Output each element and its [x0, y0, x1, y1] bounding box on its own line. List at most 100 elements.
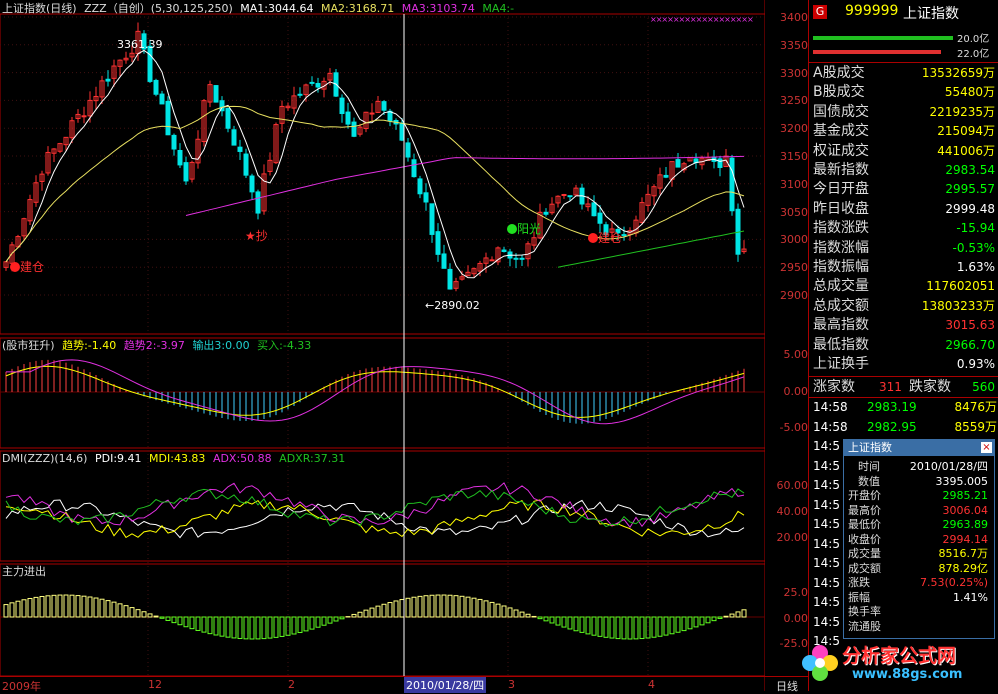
flow-bar: [496, 604, 500, 617]
candle-body: [160, 94, 164, 104]
axis-tick-label: -5.00: [765, 421, 808, 434]
popup-label: 涨跌: [848, 576, 870, 590]
capital-flow-panel[interactable]: [0, 595, 765, 639]
quote-value: 1.63%: [957, 258, 995, 277]
tick-time: 14:5: [813, 613, 840, 632]
candle-body: [172, 135, 176, 149]
axis-tick-label: 5.00: [765, 348, 808, 361]
flow-bar: [706, 617, 710, 623]
axis-tick-label: 3150: [765, 150, 808, 163]
candle-body: [370, 113, 374, 114]
main-panel-header: 上证指数(日线) ZZZ（自创）(5,30,125,250) MA1:3044.…: [2, 2, 514, 16]
candle-body: [178, 150, 182, 164]
tick-row[interactable]: 14:582982.958559万: [809, 418, 998, 437]
popup-label: 成交额: [848, 562, 881, 576]
axis-tick-label: 3200: [765, 122, 808, 135]
candle-body: [298, 94, 302, 95]
popup-row: 换手率: [844, 605, 992, 619]
candle-body: [316, 83, 320, 87]
flow-bar: [400, 600, 404, 617]
axis-tick-label: 3300: [765, 67, 808, 80]
popup-row: 成交额878.29亿: [844, 562, 992, 576]
flow-bar: [322, 617, 326, 625]
date-label: 2009年: [2, 678, 41, 694]
candle-body: [82, 116, 86, 117]
flow-bar: [256, 617, 260, 639]
candle-body: [400, 123, 404, 140]
ma4-value: MA4:-: [482, 2, 514, 15]
candle-body: [346, 112, 350, 124]
close-icon[interactable]: ×: [981, 442, 992, 453]
mdi-value: MDI:43.83: [149, 452, 205, 465]
flow-bar: [142, 612, 146, 617]
date-label: 12: [148, 678, 162, 691]
quote-value: 13532659万: [922, 64, 995, 83]
popup-value: 3006.04: [943, 504, 989, 518]
data-window-popup[interactable]: 上证指数 × 时间2010/01/28/四数值3395.005开盘价2985.2…: [843, 439, 995, 639]
mdi-line: [6, 500, 744, 538]
axis-tick-label: 3000: [765, 233, 808, 246]
flow-bar: [172, 617, 176, 623]
flow-bar: [490, 602, 494, 617]
flow-bar: [64, 595, 68, 617]
date-label: 4: [648, 678, 655, 691]
flow-bar: [10, 603, 14, 617]
popup-label: 开盘价: [848, 489, 881, 503]
flow-bar: [394, 601, 398, 617]
tick-price: 2982.95: [867, 418, 917, 437]
candle-body: [418, 179, 422, 194]
flow-bar: [112, 602, 116, 617]
flow-bar: [664, 617, 668, 635]
tick-row[interactable]: 14:582983.198476万: [809, 398, 998, 417]
trend-panel[interactable]: [0, 360, 765, 424]
flow-bar: [310, 617, 314, 629]
ma4-line: [558, 231, 744, 267]
tick-time: 14:58: [813, 418, 848, 437]
quote-row: 上证换手0.93%: [813, 355, 997, 374]
low-label: ←2890.02: [425, 299, 480, 312]
popup-label: 流通股: [848, 620, 881, 634]
quote-row: 今日开盘2995.57: [813, 180, 997, 199]
flow-bar: [298, 617, 302, 633]
flow-bar: [634, 617, 638, 639]
volume-bar-green-label: 20.0亿: [957, 30, 989, 45]
ma2-value: MA2:3168.71: [321, 2, 394, 15]
flow-bar: [430, 595, 434, 617]
flow-bar: [526, 614, 530, 617]
candle-body: [214, 86, 218, 103]
ma1-line: [6, 50, 744, 277]
flow-bar: [364, 610, 368, 617]
popup-label: 换手率: [848, 605, 881, 619]
flow-bar: [70, 595, 74, 617]
quote-label: 指数振幅: [813, 258, 869, 277]
formula-name: ZZZ（自创）(5,30,125,250): [84, 2, 233, 15]
popup-value: 7.53(0.25%): [920, 576, 988, 590]
popup-row: 最低价2963.89: [844, 518, 992, 532]
flow-bar: [220, 617, 224, 636]
candle-body: [730, 158, 734, 211]
flow-bar: [52, 595, 56, 617]
popup-label: 最高价: [848, 504, 881, 518]
period-label[interactable]: 日线: [776, 678, 798, 694]
flow-bar: [130, 608, 134, 617]
sun-signal: 阳光: [507, 220, 541, 237]
popup-row: 成交量8516.7万: [844, 547, 992, 561]
flow-bar: [370, 608, 374, 617]
candle-body: [520, 258, 524, 259]
quote-value: -15.94: [956, 219, 995, 238]
popup-title-bar[interactable]: 上证指数 ×: [844, 440, 994, 456]
candle-body: [412, 160, 416, 177]
quote-value: 2966.70: [945, 336, 995, 355]
main-title: 上证指数(日线): [2, 2, 77, 15]
candle-body: [436, 232, 440, 255]
flow-bar: [58, 595, 62, 617]
flow-bar: [610, 617, 614, 638]
panel-border: [0, 451, 765, 561]
tick-time: 14:5: [813, 574, 840, 593]
main-kline-panel[interactable]: [4, 23, 746, 292]
flow-bar: [418, 596, 422, 617]
flow-bar: [100, 599, 104, 617]
fall-label: 跌家数: [909, 378, 951, 397]
flow-bar: [502, 606, 506, 617]
dmi-panel[interactable]: [6, 483, 744, 538]
